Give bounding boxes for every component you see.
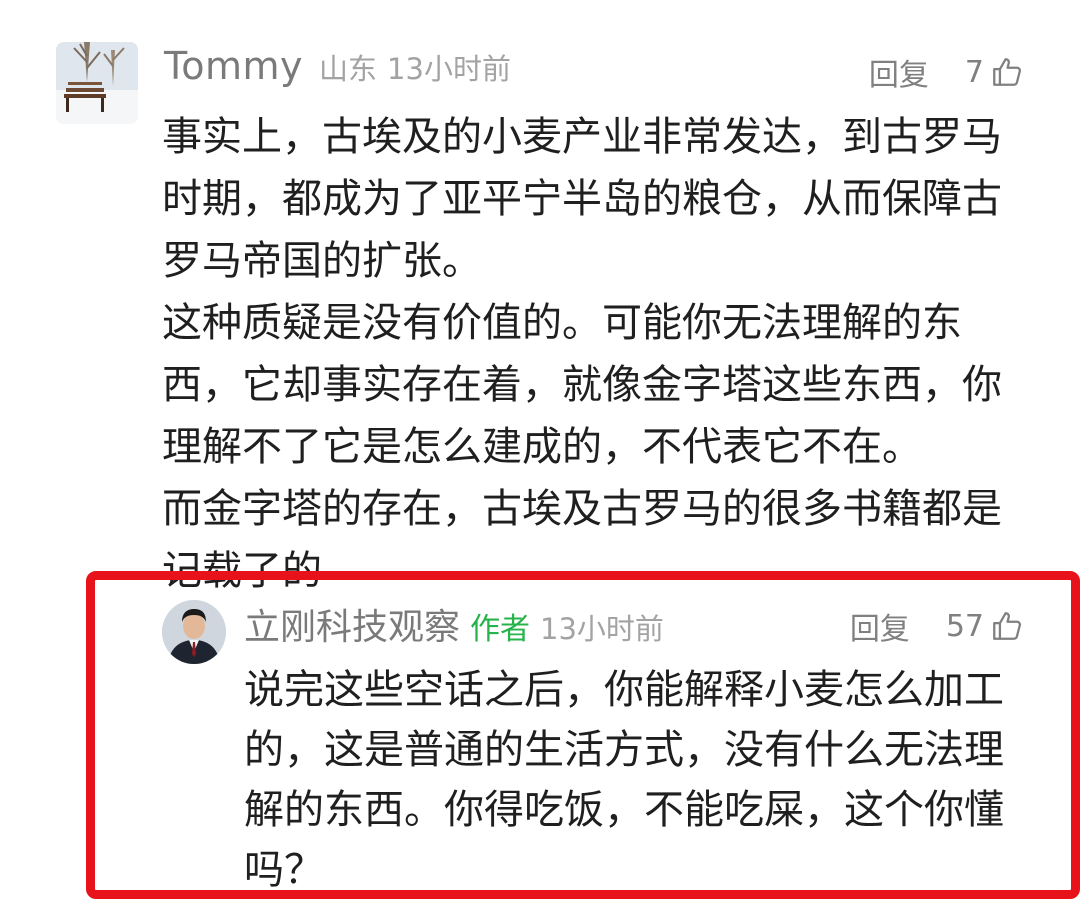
like-count[interactable]: 7: [965, 55, 984, 90]
avatar[interactable]: [56, 42, 138, 124]
like-count[interactable]: 57: [946, 609, 984, 644]
author-avatar[interactable]: [162, 600, 226, 664]
comment-paragraph: 这种质疑是没有价值的。可能你无法理解的东西，它却事实存在着，就像金字塔这些东西，…: [162, 300, 1002, 470]
comment-text: 事实上，古埃及的小麦产业非常发达，到古罗马时期，都成为了亚平宁半岛的粮仓，从而保…: [162, 106, 1022, 602]
author-username[interactable]: 立刚科技观察: [244, 598, 460, 650]
reply-button[interactable]: 回复: [869, 50, 929, 94]
timestamp: 13小时前: [387, 52, 511, 86]
comment-paragraph: 事实上，古埃及的小麦产业非常发达，到古罗马时期，都成为了亚平宁半岛的粮仓，从而保…: [162, 114, 1002, 284]
author-portrait-image: [162, 600, 226, 664]
reply-actions: 回复 57: [850, 604, 1024, 648]
reply-text: 说完这些空话之后，你能解释小麦怎么加工的，这是普通的生活方式，没有什么无法理解的…: [244, 660, 1024, 900]
reply-meta: 立刚科技观察 作者 13小时前: [244, 598, 664, 650]
thumbs-up-icon[interactable]: [990, 55, 1024, 89]
reply-button[interactable]: 回复: [850, 604, 910, 648]
location-label: 山东: [319, 52, 378, 86]
comment-actions: 回复 7: [869, 50, 1024, 94]
username[interactable]: Tommy: [164, 44, 303, 88]
timestamp: 13小时前: [540, 612, 664, 646]
comment: Tommy 山东 13小时前 回复 7 事实上，古埃及的小麦产业非常发达，到古罗…: [0, 0, 1080, 594]
reply-paragraph: 说完这些空话之后，你能解释小麦怎么加工的，这是普通的生活方式，没有什么无法理解的…: [244, 667, 1004, 893]
comment-meta: Tommy 山东 13小时前: [164, 44, 511, 100]
thumbs-up-icon[interactable]: [990, 609, 1024, 643]
author-badge: 作者: [470, 612, 531, 647]
snow-bench-avatar-image: [56, 42, 138, 124]
